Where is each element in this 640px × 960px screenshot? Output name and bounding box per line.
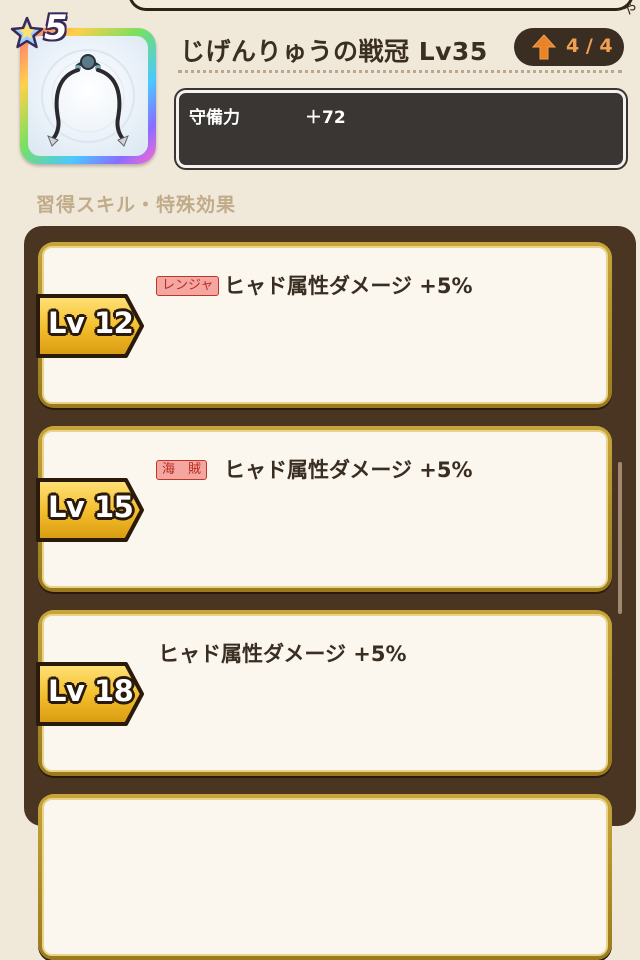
arrow-up-icon (532, 34, 556, 60)
skill-effect: ヒャド属性ダメージ +5% (224, 274, 473, 298)
stat-value-defense: ＋72 (305, 108, 346, 128)
name-divider (178, 70, 622, 73)
job-tag: 海 賊 (156, 460, 208, 480)
skill-level: Lv 15 (48, 490, 134, 524)
skill-card[interactable] (38, 794, 612, 960)
skill-card-face (42, 798, 608, 956)
section-title: 習得スキル・特殊効果 (36, 194, 237, 216)
item-name: じげんりゅうの戦冠 Lv35 (180, 37, 488, 66)
rarity-badge: 5 (10, 8, 90, 60)
star-icon (10, 16, 44, 49)
skill-effect: ヒャド属性ダメージ +5% (224, 458, 473, 482)
stat-label-defense: 守備力 (189, 108, 240, 128)
skill-effect: ヒャド属性ダメージ +5% (158, 642, 407, 666)
rarity-number: 5 (44, 8, 68, 48)
scrollbar[interactable] (618, 462, 622, 614)
skill-level: Lv 12 (48, 306, 134, 340)
item-icon[interactable]: 5 (10, 8, 156, 164)
stats-box: 守備力 ＋72 (176, 90, 626, 168)
skill-level: Lv 18 (48, 674, 134, 708)
corner-glyph: ゃ (621, 0, 638, 17)
upgrade-count: 4 / 4 (566, 35, 613, 57)
upgrade-count-badge: 4 / 4 (514, 28, 624, 66)
job-tag: レンジャ (156, 276, 220, 296)
top-panel-edge (128, 0, 634, 11)
